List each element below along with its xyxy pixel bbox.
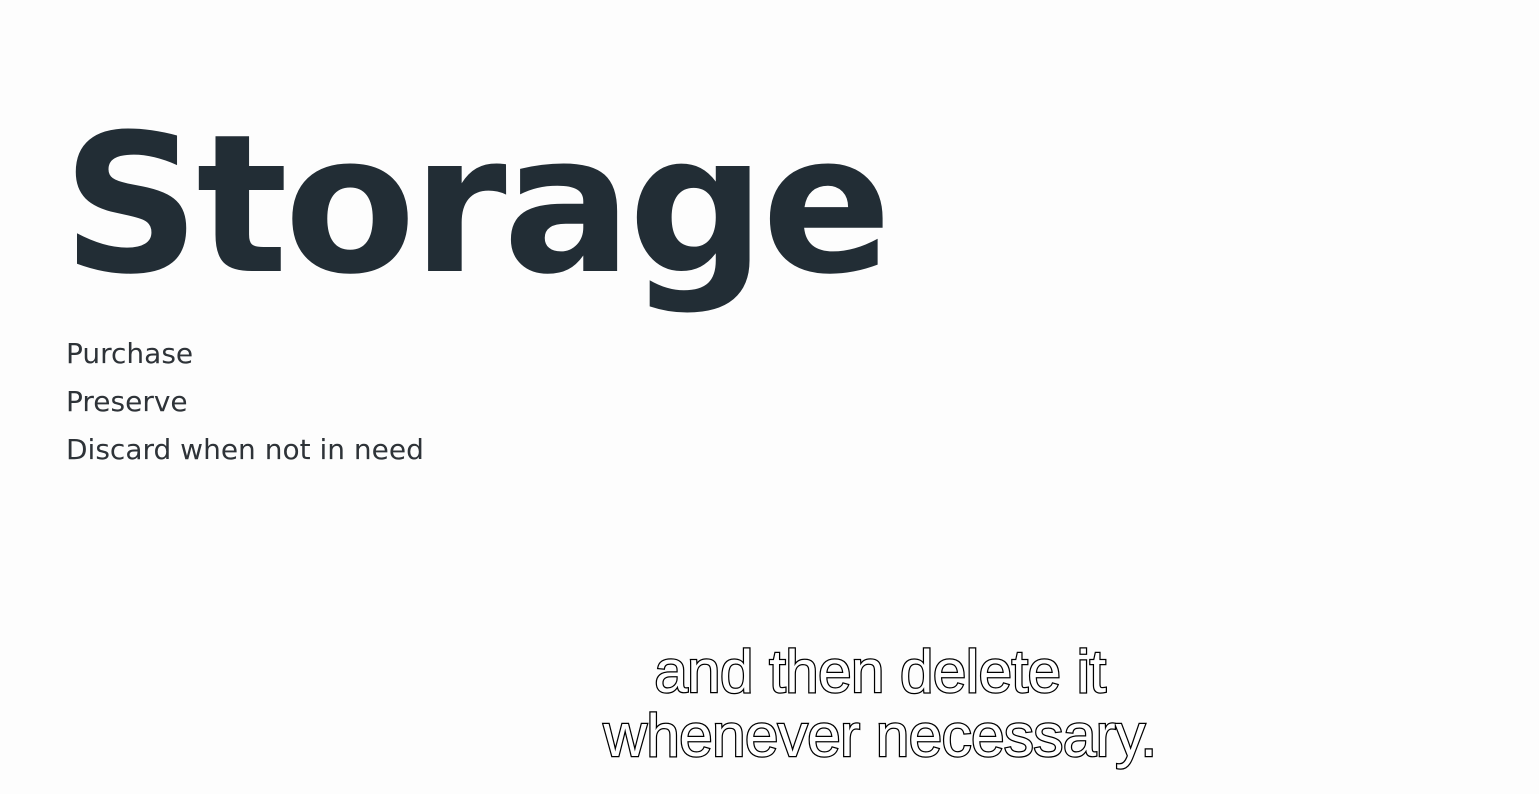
subtitle-line-2: whenever necessary.	[602, 702, 1158, 769]
bullet-item-discard: Discard when not in need	[66, 433, 424, 466]
bullet-list: Purchase Preserve Discard when not in ne…	[66, 330, 424, 474]
bullet-item-preserve: Preserve	[66, 385, 188, 418]
slide-title: Storage	[62, 94, 892, 317]
bullet-item-purchase: Purchase	[66, 337, 194, 370]
slide: Storage Purchase Preserve Discard when n…	[0, 0, 1539, 794]
subtitle-line-1: and then delete it	[653, 638, 1107, 705]
video-subtitle: and then delete it whenever necessary.	[400, 638, 1360, 769]
